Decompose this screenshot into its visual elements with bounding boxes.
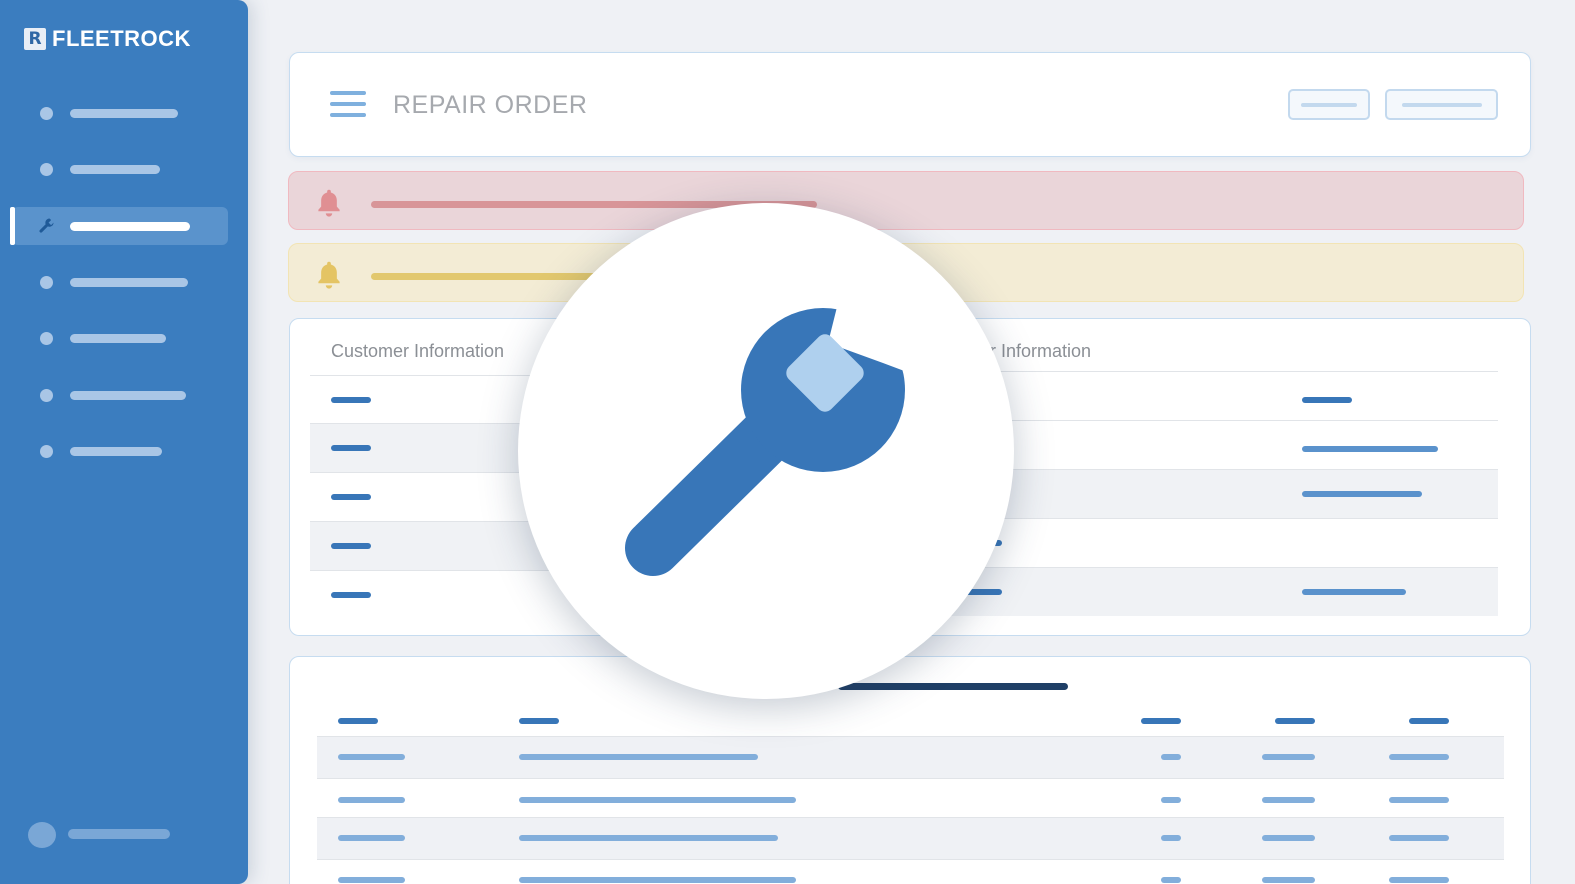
bell-icon xyxy=(318,261,340,289)
sidebar-item-label xyxy=(70,391,186,400)
sidebar-item-1[interactable] xyxy=(0,94,248,132)
page-title: REPAIR ORDER xyxy=(393,91,588,119)
sidebar-item-4[interactable] xyxy=(0,263,248,301)
bullet-icon xyxy=(40,332,53,345)
column-header[interactable] xyxy=(1275,718,1315,724)
sidebar: R FLEETROCK xyxy=(0,0,248,884)
column-header[interactable] xyxy=(1409,718,1449,724)
bullet-icon xyxy=(40,107,53,120)
bullet-icon xyxy=(40,389,53,402)
column-header[interactable] xyxy=(338,718,378,724)
wrench-icon xyxy=(625,303,923,576)
sidebar-item-label xyxy=(70,278,188,287)
table-row[interactable] xyxy=(317,859,1504,884)
page-header: REPAIR ORDER xyxy=(289,52,1531,157)
sidebar-item-2[interactable] xyxy=(0,150,248,188)
column-header[interactable] xyxy=(519,718,559,724)
brand-logo[interactable]: R FLEETROCK xyxy=(24,26,191,52)
sidebar-item-6[interactable] xyxy=(0,376,248,414)
wrench-badge xyxy=(518,203,1014,699)
repair-row xyxy=(950,420,1498,469)
line-items-table xyxy=(289,656,1531,884)
repair-row xyxy=(950,567,1498,616)
sidebar-item-repair-orders[interactable] xyxy=(0,207,248,245)
avatar-icon[interactable] xyxy=(28,822,56,848)
alert-critical[interactable] xyxy=(288,171,1524,230)
sidebar-item-label xyxy=(70,447,162,456)
active-indicator xyxy=(10,207,15,245)
sidebar-item-label xyxy=(70,222,190,231)
menu-icon[interactable] xyxy=(330,91,368,119)
sidebar-item-label xyxy=(70,334,166,343)
user-name[interactable] xyxy=(68,829,170,839)
sidebar-item-7[interactable] xyxy=(0,432,248,470)
table-row[interactable] xyxy=(317,778,1504,820)
customer-information-heading: Customer Information xyxy=(331,341,505,361)
logo-mark-icon: R xyxy=(24,28,46,50)
repair-row xyxy=(950,371,1498,420)
sidebar-item-5[interactable] xyxy=(0,319,248,357)
table-row[interactable] xyxy=(317,736,1504,778)
table-row[interactable] xyxy=(317,817,1504,859)
bell-icon xyxy=(318,189,340,217)
repair-row xyxy=(950,469,1498,518)
header-button-1[interactable] xyxy=(1288,89,1370,120)
repair-row xyxy=(950,518,1498,567)
column-header[interactable] xyxy=(1141,718,1181,724)
bullet-icon xyxy=(40,445,53,458)
header-button-2[interactable] xyxy=(1385,89,1498,120)
sidebar-item-label xyxy=(70,109,178,118)
wrench-icon xyxy=(39,218,54,233)
sidebar-item-label xyxy=(70,165,160,174)
brand-name: FLEETROCK xyxy=(52,26,191,51)
bullet-icon xyxy=(40,276,53,289)
repair-information-heading: ir Information xyxy=(986,341,1092,361)
table-title xyxy=(838,683,1068,690)
bullet-icon xyxy=(40,163,53,176)
